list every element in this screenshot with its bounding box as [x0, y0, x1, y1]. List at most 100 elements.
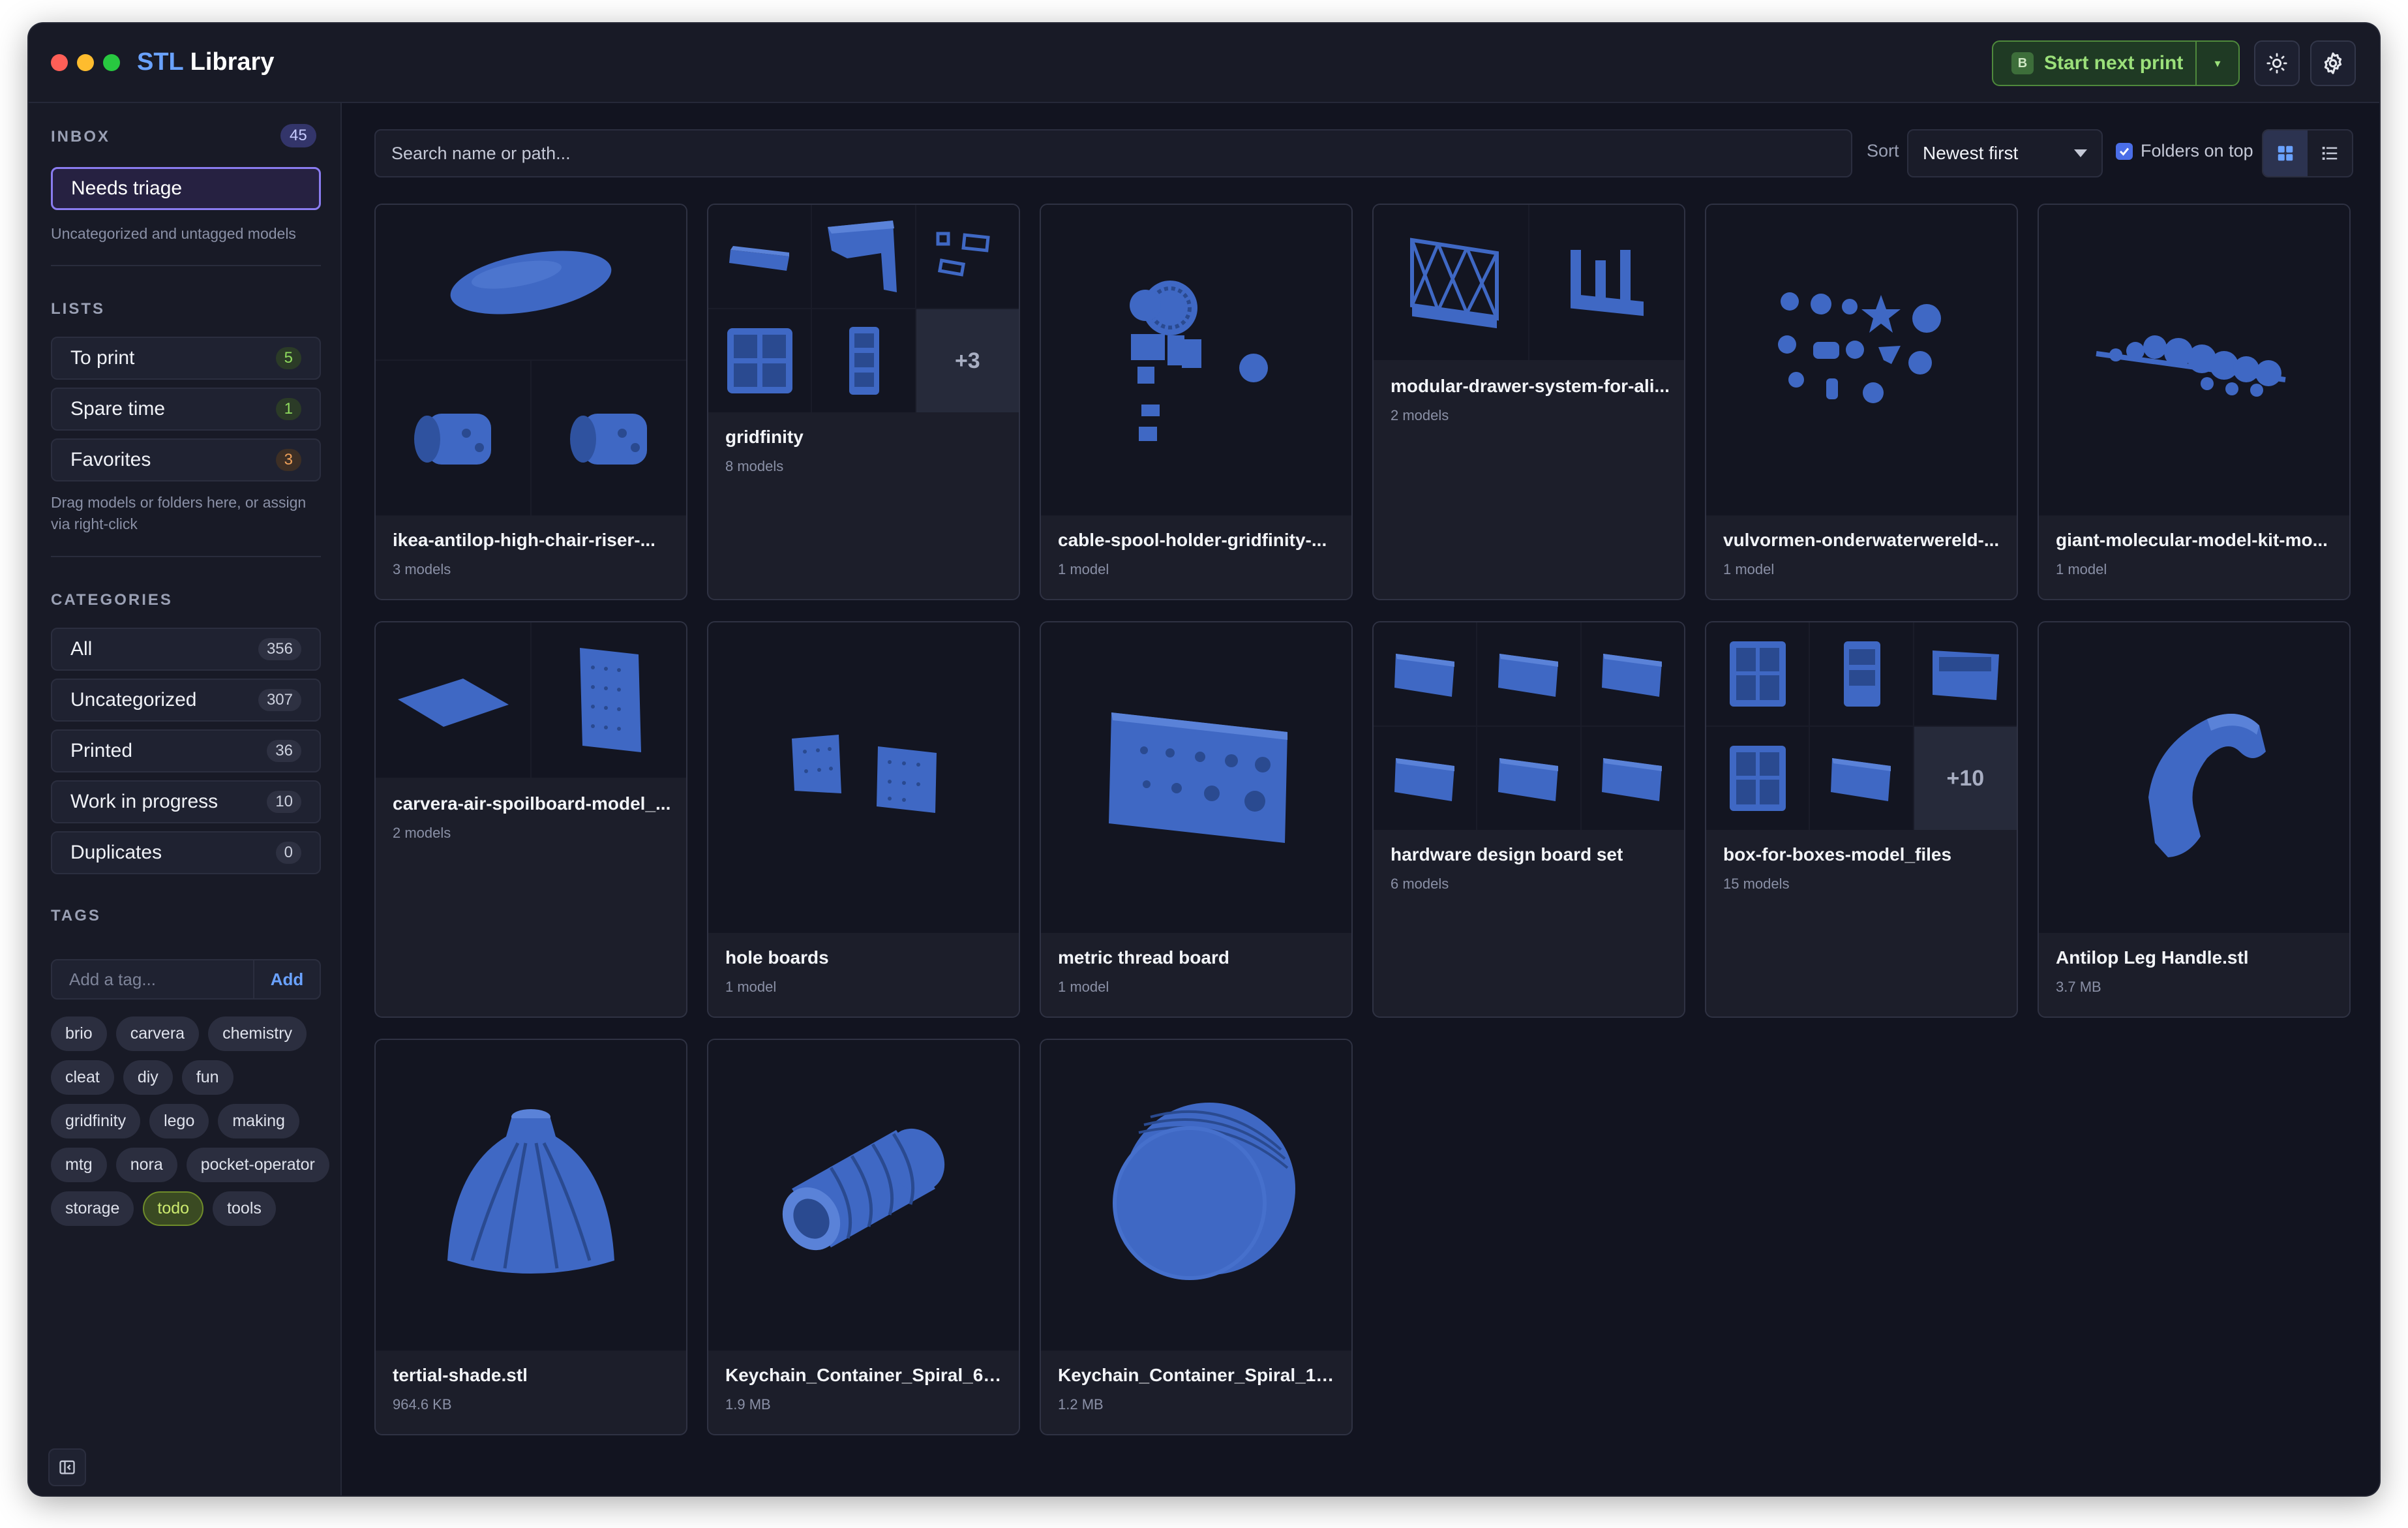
- list-view-button[interactable]: [2308, 130, 2352, 176]
- sun-icon: [2266, 53, 2287, 74]
- card-subtitle: 2 models: [393, 825, 451, 841]
- add-tag-button[interactable]: Add: [254, 970, 320, 990]
- tag-chip-tools[interactable]: tools: [213, 1191, 276, 1226]
- list-item-label: Favorites: [70, 449, 151, 470]
- model-preview: [1810, 727, 1913, 830]
- category-item-printed[interactable]: Printed 36: [51, 729, 321, 772]
- check-icon: [2119, 147, 2130, 156]
- folder-card-cable-spool-holder[interactable]: cable-spool-holder-gridfinity-... 1 mode…: [1040, 204, 1353, 600]
- folders-on-top-checkbox[interactable]: [2116, 142, 2133, 160]
- tag-chip-cleat[interactable]: cleat: [51, 1060, 114, 1095]
- model-preview: [1778, 292, 1941, 403]
- model-preview: [1113, 1103, 1295, 1280]
- model-card-tertial-shade[interactable]: tertial-shade.stl 964.6 KB: [374, 1039, 687, 1435]
- chevron-down-icon: ▾: [2214, 56, 2221, 70]
- list-item-favorites[interactable]: Favorites 3: [51, 438, 321, 481]
- list-item-spare-time[interactable]: Spare time 1: [51, 388, 321, 431]
- tag-chip-diy[interactable]: diy: [123, 1060, 173, 1095]
- category-label: Duplicates: [70, 842, 162, 863]
- card-thumbnail: +3: [708, 205, 1019, 412]
- category-item-duplicates[interactable]: Duplicates 0: [51, 831, 321, 874]
- model-preview: [916, 205, 1019, 308]
- model-card-keychain-container-spiral-1[interactable]: Keychain_Container_Spiral_1.stl 1.2 MB: [1040, 1039, 1353, 1435]
- folder-card-box-for-boxes[interactable]: +10 box-for-boxes-model_files 15 models: [1705, 621, 2018, 1018]
- category-item-work-in-progress[interactable]: Work in progress 10: [51, 780, 321, 823]
- folder-card-vulvormen-onderwaterwereld[interactable]: vulvormen-onderwaterwereld-... 1 model: [1705, 204, 2018, 600]
- model-preview: [812, 309, 915, 412]
- inbox-count-badge: 45: [280, 124, 316, 147]
- minimize-window-button[interactable]: [77, 54, 94, 71]
- card-thumbnail: [1041, 622, 1351, 933]
- tag-chip-carvera[interactable]: carvera: [115, 1016, 200, 1051]
- folder-card-gridfinity[interactable]: +3 gridfinity 8 models: [707, 204, 1020, 600]
- card-thumbnail: [376, 622, 686, 778]
- folder-card-carvera-air-spoilboard[interactable]: carvera-air-spoilboard-model_... 2 model…: [374, 621, 687, 1018]
- tag-chip-pocket-operator[interactable]: pocket-operator: [186, 1148, 329, 1182]
- tag-chip-chemistry[interactable]: chemistry: [208, 1016, 307, 1051]
- card-thumbnail: +10: [1706, 622, 2017, 830]
- caret-down-icon: [2074, 149, 2087, 157]
- card-subtitle: 6 models: [1391, 876, 1449, 892]
- category-count: 10: [267, 791, 301, 813]
- folder-card-modular-drawer-system[interactable]: modular-drawer-system-for-ali... 2 model…: [1372, 204, 1685, 600]
- tag-chip-making[interactable]: making: [218, 1104, 299, 1138]
- model-preview: [1130, 281, 1268, 441]
- tag-chip-brio[interactable]: brio: [51, 1016, 107, 1051]
- card-subtitle: 8 models: [725, 458, 784, 474]
- zoom-window-button[interactable]: [103, 54, 120, 71]
- folder-card-giant-molecular-model-kit[interactable]: giant-molecular-model-kit-mo... 1 model: [2038, 204, 2351, 600]
- model-preview: [376, 622, 530, 778]
- list-item-to-print[interactable]: To print 5: [51, 337, 321, 380]
- more-models-count: +10: [1914, 727, 2017, 830]
- model-preview: [1581, 727, 1684, 830]
- folder-card-hardware-design-board-set[interactable]: hardware design board set 6 models: [1372, 621, 1685, 1018]
- model-preview: [1529, 205, 1684, 360]
- sidebar-divider: [51, 556, 321, 557]
- category-label: All: [70, 638, 93, 660]
- card-title: gridfinity: [725, 427, 804, 447]
- needs-triage-button[interactable]: Needs triage: [51, 167, 321, 210]
- model-preview: [532, 622, 686, 778]
- model-preview: [376, 361, 530, 515]
- start-next-print-button[interactable]: B Start next print: [1993, 42, 2197, 85]
- search-input[interactable]: Search name or path...: [374, 129, 1852, 177]
- card-thumbnail: [1374, 205, 1684, 360]
- tag-chip-lego[interactable]: lego: [149, 1104, 209, 1138]
- start-next-print-group: B Start next print ▾: [1992, 40, 2240, 86]
- category-count: 36: [267, 740, 301, 762]
- add-tag-input[interactable]: Add a tag...: [52, 960, 254, 998]
- model-card-antilop-leg-handle[interactable]: Antilop Leg Handle.stl 3.7 MB: [2038, 621, 2351, 1018]
- card-subtitle: 15 models: [1723, 876, 1790, 892]
- theme-toggle-button[interactable]: [2254, 40, 2300, 86]
- tag-chip-gridfinity[interactable]: gridfinity: [51, 1104, 141, 1138]
- model-card-keychain-container-spiral-6[interactable]: Keychain_Container_Spiral_6.stl 1.9 MB: [707, 1039, 1020, 1435]
- close-window-button[interactable]: [51, 54, 68, 71]
- collapse-sidebar-button[interactable]: [48, 1448, 86, 1486]
- tag-chip-todo[interactable]: todo: [143, 1191, 204, 1226]
- folder-card-metric-thread-board[interactable]: metric thread board 1 model: [1040, 621, 1353, 1018]
- folder-card-ikea-antilop[interactable]: ikea-antilop-high-chair-riser-... 3 mode…: [374, 204, 687, 600]
- card-thumbnail: [1041, 205, 1351, 515]
- card-thumbnail: [1374, 622, 1684, 830]
- card-subtitle: 2 models: [1391, 407, 1449, 423]
- list-item-count: 3: [275, 449, 301, 471]
- category-count: 356: [258, 638, 301, 660]
- settings-button[interactable]: [2310, 40, 2356, 86]
- tag-chip-mtg[interactable]: mtg: [51, 1148, 107, 1182]
- sort-select[interactable]: Newest first: [1907, 129, 2103, 177]
- tag-chip-storage[interactable]: storage: [51, 1191, 134, 1226]
- card-thumbnail: [708, 1040, 1019, 1351]
- category-item-uncategorized[interactable]: Uncategorized 307: [51, 679, 321, 722]
- tag-chip-nora[interactable]: nora: [115, 1148, 177, 1182]
- list-item-count: 1: [275, 398, 301, 420]
- grid-view-button[interactable]: [2263, 130, 2308, 176]
- category-item-all[interactable]: All 356: [51, 628, 321, 671]
- tag-chip-fun[interactable]: fun: [181, 1060, 233, 1095]
- list-item-label: Spare time: [70, 398, 166, 420]
- inbox-heading: INBOX: [51, 128, 111, 145]
- start-print-dropdown-button[interactable]: ▾: [2197, 57, 2238, 70]
- folders-on-top-toggle[interactable]: Folders on top: [2116, 141, 2253, 161]
- folder-card-hole-boards[interactable]: hole boards 1 model: [707, 621, 1020, 1018]
- tags-heading: TAGS: [51, 907, 101, 924]
- model-preview: [1374, 622, 1477, 726]
